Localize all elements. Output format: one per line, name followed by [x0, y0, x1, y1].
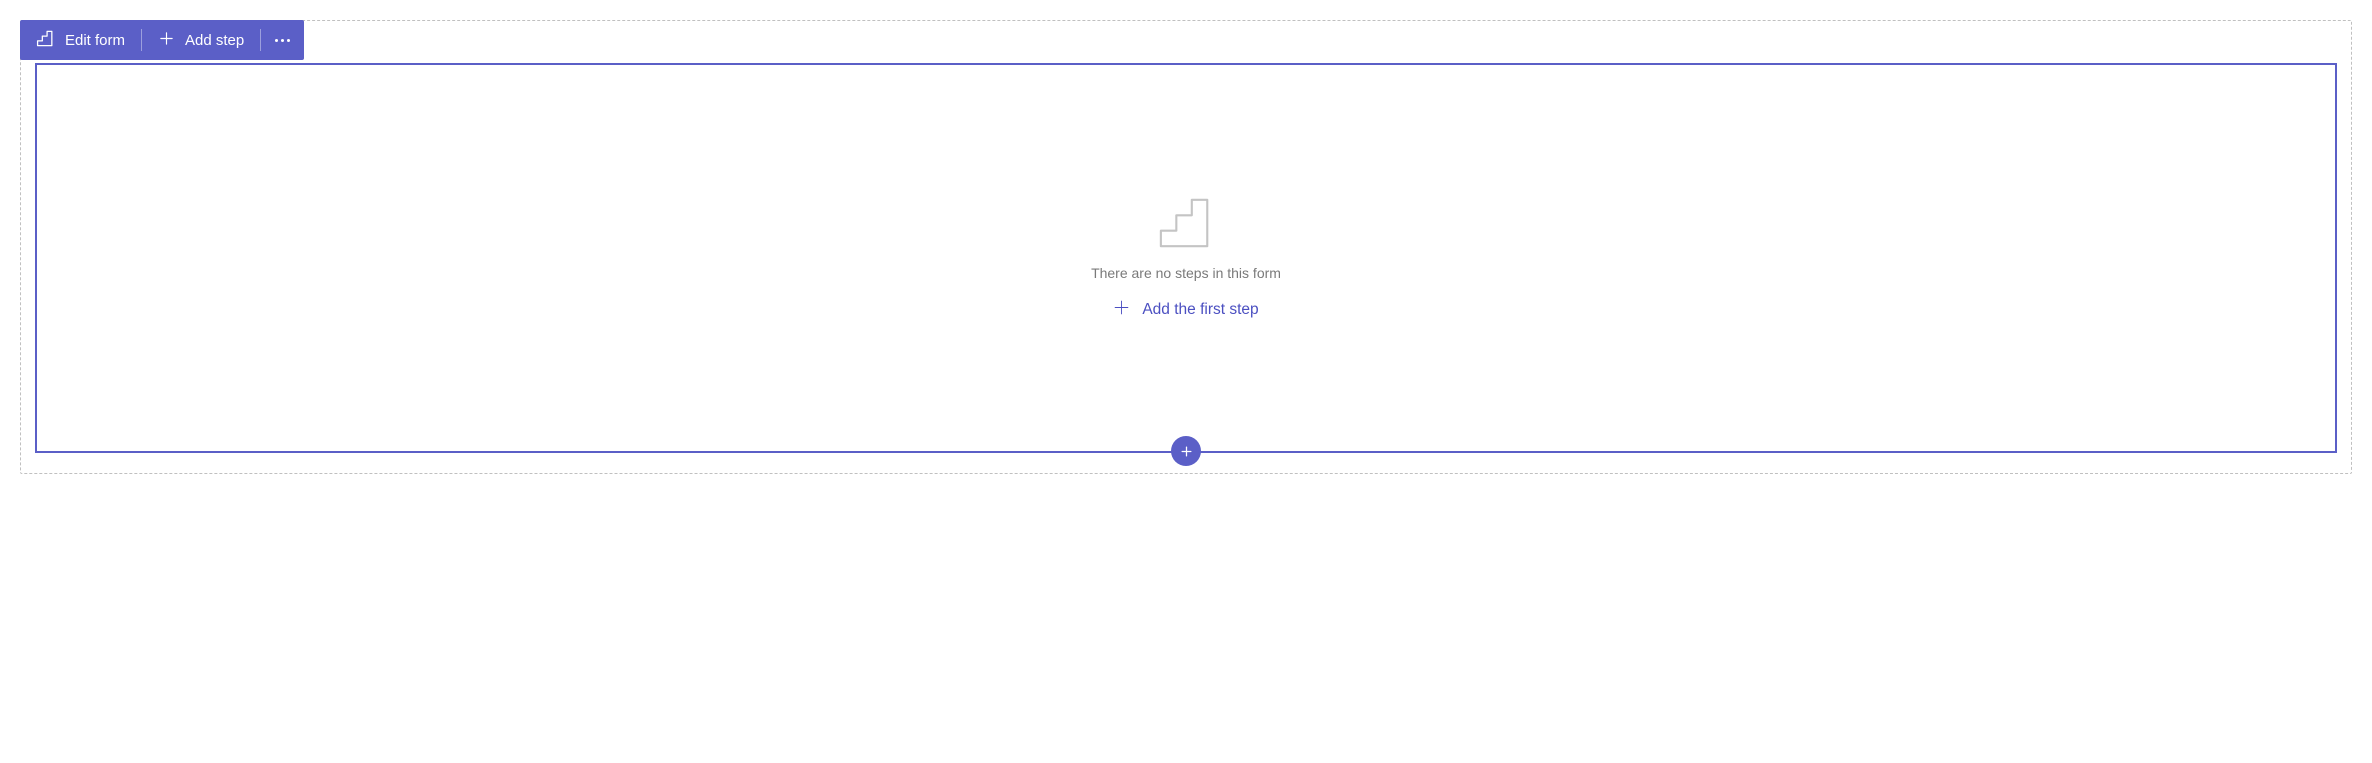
form-designer-canvas: Edit form Add step: [0, 0, 2372, 494]
more-options-button[interactable]: [261, 20, 304, 60]
plus-icon: [1113, 299, 1130, 321]
empty-state-message: There are no steps in this form: [1091, 265, 1281, 281]
plus-icon: [1179, 444, 1194, 459]
plus-icon: [158, 30, 175, 51]
add-first-step-label: Add the first step: [1142, 301, 1258, 319]
edit-form-label: Edit form: [65, 32, 125, 49]
add-section-button[interactable]: [1171, 436, 1201, 466]
form-icon: [36, 29, 55, 52]
edit-form-button[interactable]: Edit form: [20, 20, 141, 60]
steps-icon: [1157, 195, 1215, 251]
add-step-button[interactable]: Add step: [142, 20, 260, 60]
add-step-label: Add step: [185, 32, 244, 49]
ellipsis-icon: [275, 39, 290, 42]
form-drop-zone: Edit form Add step: [20, 20, 2352, 474]
form-toolbar: Edit form Add step: [20, 20, 304, 60]
add-first-step-button[interactable]: Add the first step: [1113, 299, 1258, 321]
empty-state: There are no steps in this form Add the …: [1091, 195, 1281, 321]
form-steps-container: There are no steps in this form Add the …: [35, 63, 2337, 453]
